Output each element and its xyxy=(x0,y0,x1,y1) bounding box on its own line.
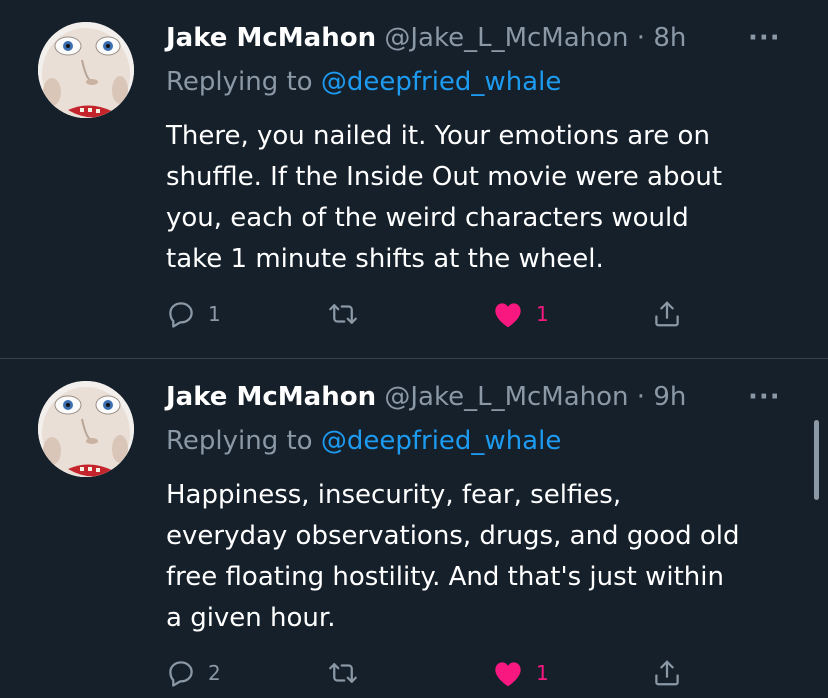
replying-to-mention[interactable]: @deepfried_whale xyxy=(321,67,561,97)
reply-count: 2 xyxy=(208,661,221,685)
scrollbar[interactable] xyxy=(814,420,819,500)
like-button[interactable]: 1 xyxy=(492,655,549,691)
replying-to: Replying to @deepfried_whale xyxy=(166,423,561,459)
replying-to-mention[interactable]: @deepfried_whale xyxy=(321,426,561,456)
tweet-header: Jake McMahon @Jake_L_McMahon · 9h xyxy=(166,379,686,415)
author-name[interactable]: Jake McMahon xyxy=(166,382,376,412)
heart-filled-icon xyxy=(495,662,521,687)
tweet[interactable]: Jake McMahon @Jake_L_McMahon · 8h ··· Re… xyxy=(0,0,828,358)
avatar[interactable] xyxy=(38,381,134,477)
retweet-icon xyxy=(329,663,357,683)
separator-dot: · xyxy=(636,382,646,412)
avatar-face-icon xyxy=(38,381,134,477)
tweet-timestamp[interactable]: 9h xyxy=(653,382,686,412)
avatar[interactable] xyxy=(38,22,134,118)
reply-count: 1 xyxy=(208,302,221,326)
author-handle[interactable]: @Jake_L_McMahon xyxy=(384,382,628,412)
separator-dot: · xyxy=(636,23,646,53)
retweet-button[interactable] xyxy=(328,655,370,691)
like-count: 1 xyxy=(536,661,549,685)
tweet-text: Happiness, insecurity, fear, selfies, ev… xyxy=(166,480,740,633)
retweet-button[interactable] xyxy=(328,296,370,332)
avatar-face-icon xyxy=(38,22,134,118)
more-options-icon[interactable]: ··· xyxy=(748,379,781,415)
replying-to-label: Replying to xyxy=(166,426,313,456)
more-options-icon[interactable]: ··· xyxy=(748,20,781,56)
reply-button[interactable]: 2 xyxy=(166,655,221,691)
retweet-icon xyxy=(329,304,357,324)
reply-icon xyxy=(169,302,193,328)
like-count: 1 xyxy=(536,302,549,326)
replying-to-label: Replying to xyxy=(166,67,313,97)
share-button[interactable] xyxy=(652,655,682,691)
share-button[interactable] xyxy=(652,296,682,332)
tweet-text: There, you nailed it. Your emotions are … xyxy=(166,121,723,274)
author-handle[interactable]: @Jake_L_McMahon xyxy=(384,23,628,53)
tweet-header: Jake McMahon @Jake_L_McMahon · 8h xyxy=(166,20,686,56)
share-icon xyxy=(655,660,679,686)
author-name[interactable]: Jake McMahon xyxy=(166,23,376,53)
tweet[interactable]: Jake McMahon @Jake_L_McMahon · 9h ··· Re… xyxy=(0,359,828,698)
replying-to: Replying to @deepfried_whale xyxy=(166,64,561,100)
heart-filled-icon xyxy=(495,303,521,328)
like-button[interactable]: 1 xyxy=(492,296,549,332)
share-icon xyxy=(655,301,679,327)
tweet-timestamp[interactable]: 8h xyxy=(653,23,686,53)
reply-icon xyxy=(169,661,193,687)
tweet-actions: 2 1 xyxy=(166,655,726,691)
tweet-actions: 1 1 xyxy=(166,296,726,332)
reply-button[interactable]: 1 xyxy=(166,296,221,332)
